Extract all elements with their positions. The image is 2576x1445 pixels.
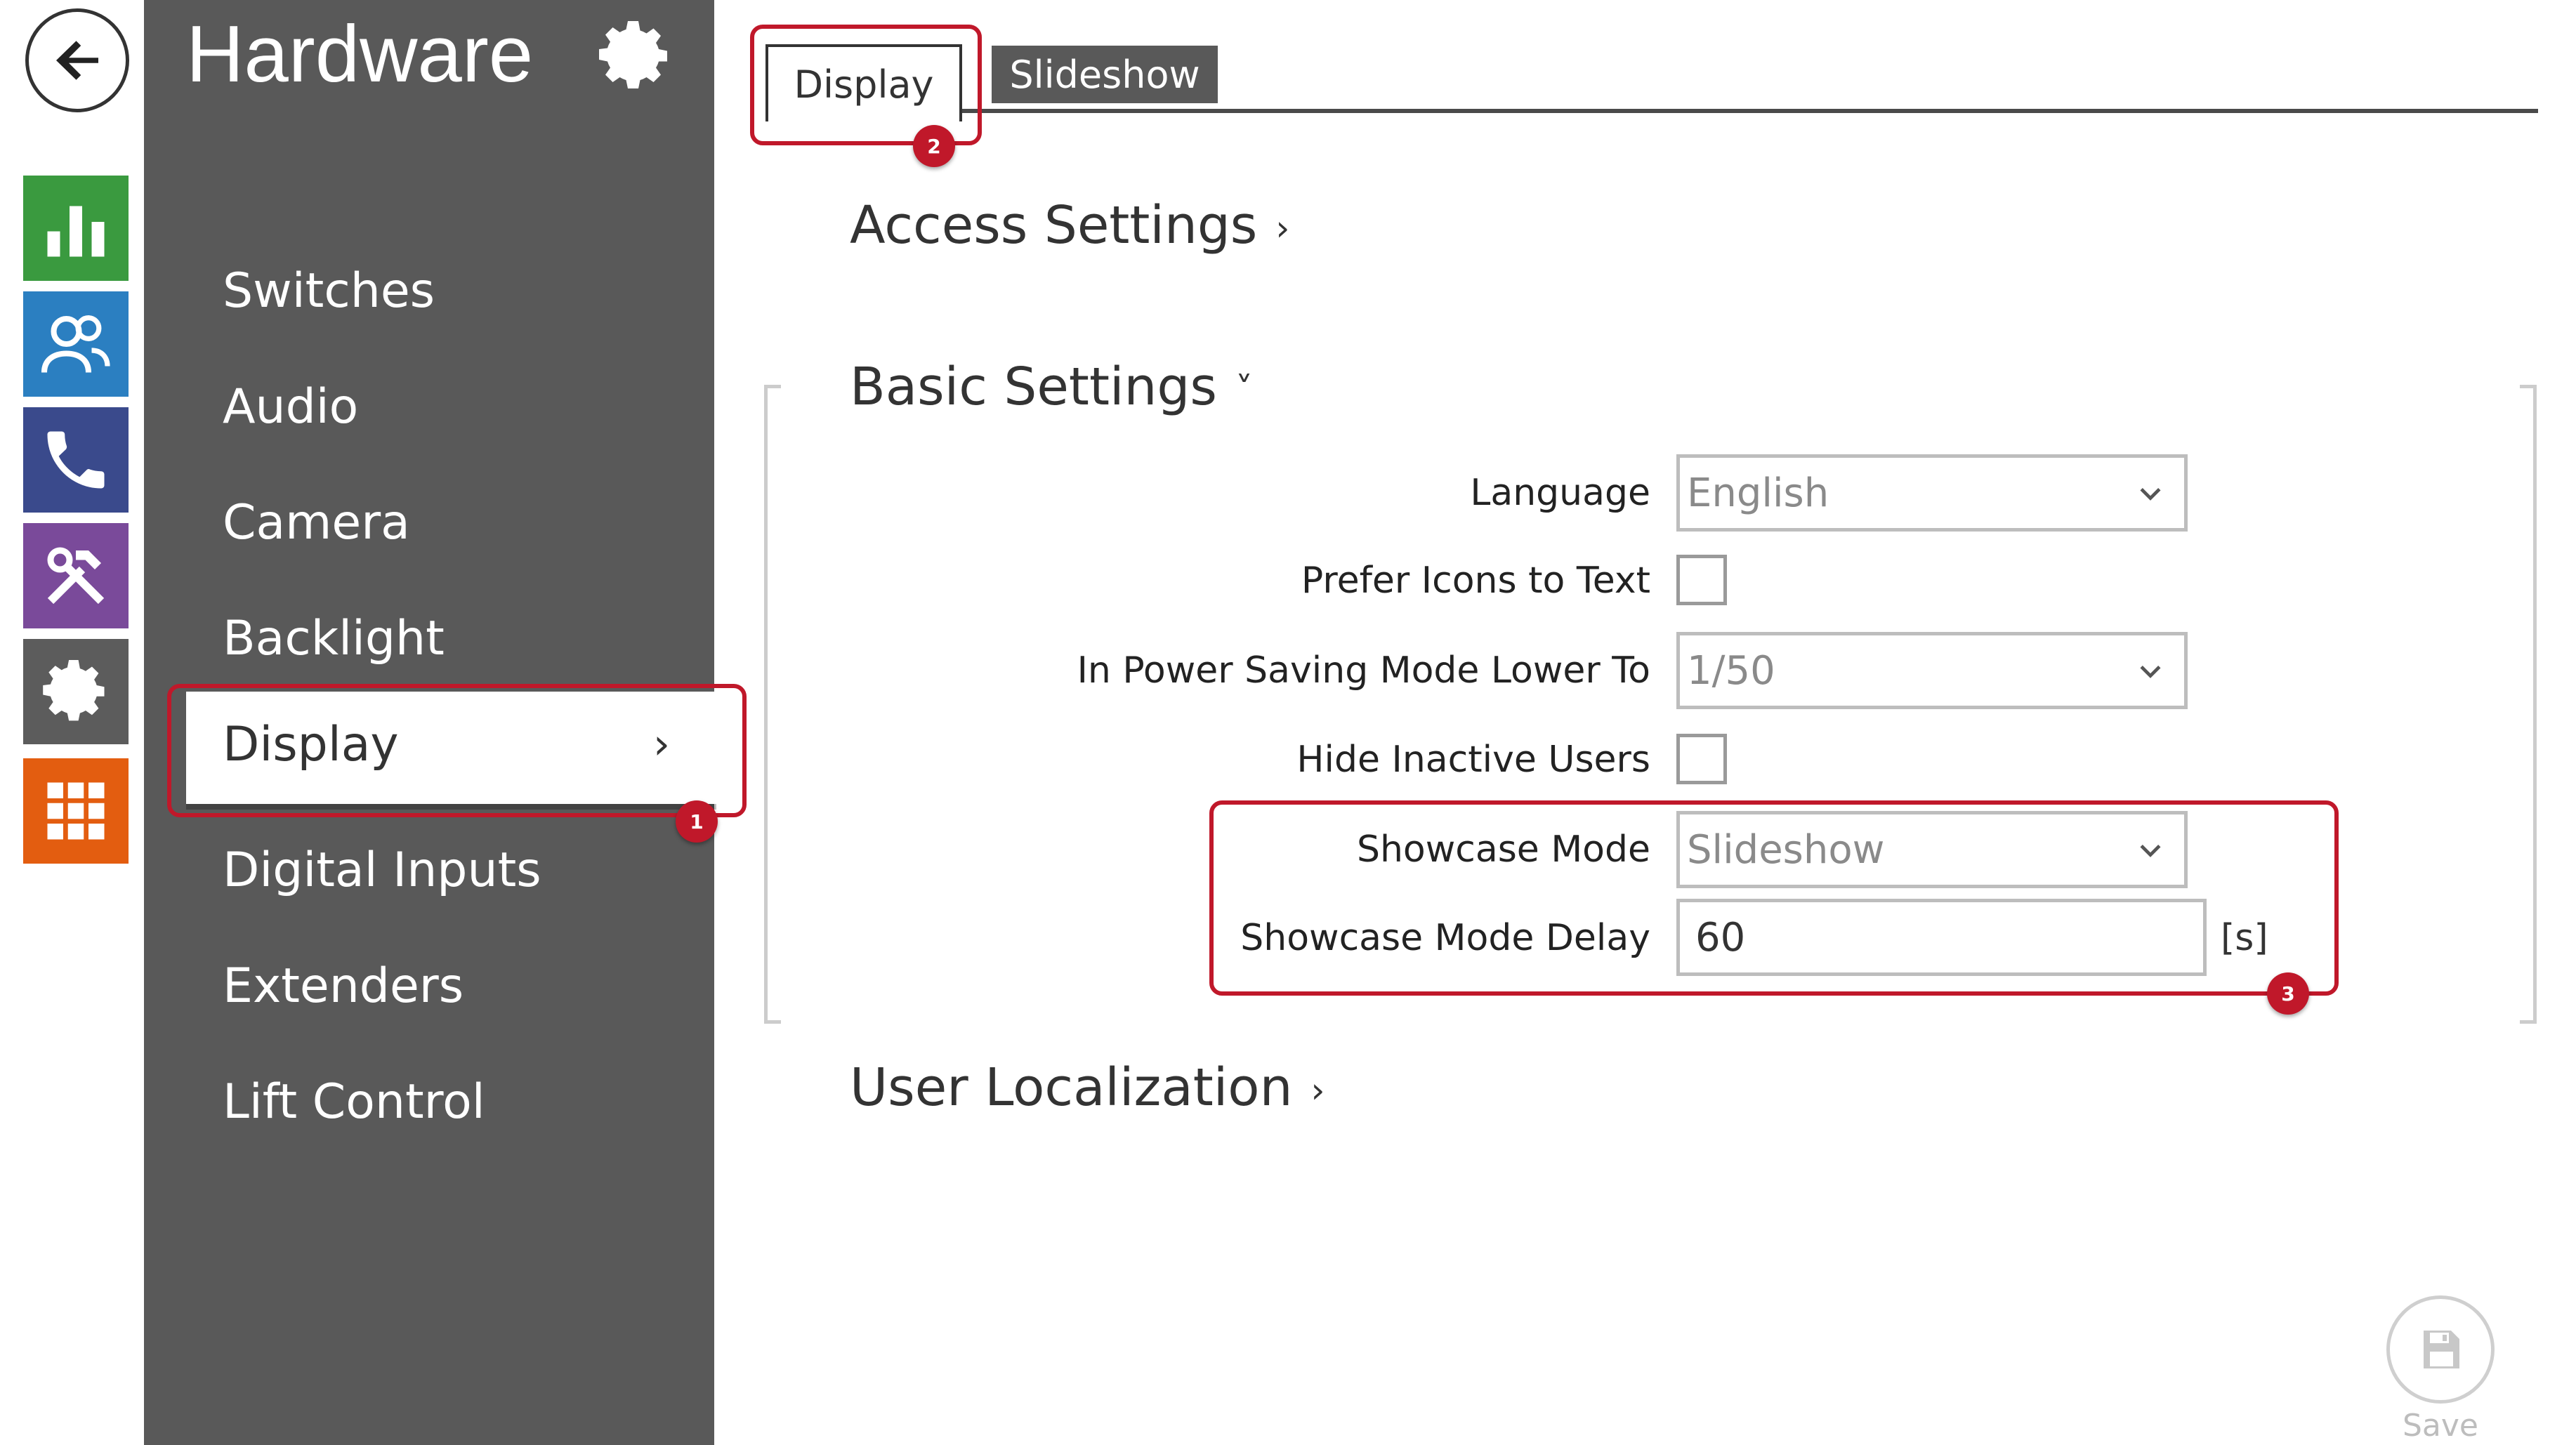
app-icon-rail bbox=[0, 0, 144, 1445]
power-saving-select[interactable]: 1/50 bbox=[1676, 632, 2188, 709]
chevron-right-icon: › bbox=[1310, 1070, 1325, 1111]
services-tile[interactable] bbox=[23, 758, 129, 864]
chevron-right-icon: › bbox=[1275, 208, 1290, 249]
section-title-text: User Localization bbox=[850, 1057, 1293, 1118]
callout-box-1 bbox=[167, 684, 747, 817]
tools-icon bbox=[47, 547, 105, 605]
status-chart-icon bbox=[47, 206, 105, 257]
prefer-icons-checkbox[interactable] bbox=[1676, 555, 1727, 605]
language-label: Language bbox=[1470, 472, 1650, 514]
sidebar-item-audio[interactable]: Audio bbox=[223, 379, 358, 435]
sidebar-item-extenders[interactable]: Extenders bbox=[223, 958, 464, 1014]
power-saving-label: In Power Saving Mode Lower To bbox=[1077, 649, 1650, 692]
chevron-down-icon bbox=[2140, 665, 2161, 678]
users-icon bbox=[41, 315, 110, 373]
hide-inactive-label: Hide Inactive Users bbox=[1296, 739, 1650, 781]
hide-inactive-checkbox[interactable] bbox=[1676, 734, 1727, 784]
section-user-localization[interactable]: User Localization › bbox=[850, 1057, 1325, 1118]
tab-slideshow[interactable]: Slideshow bbox=[992, 46, 1218, 103]
system-tile[interactable] bbox=[23, 639, 129, 744]
sidebar-item-digital-inputs[interactable]: Digital Inputs bbox=[223, 843, 541, 898]
sidebar-item-camera[interactable]: Camera bbox=[223, 495, 410, 550]
back-button[interactable] bbox=[25, 8, 129, 112]
callout-badge-3: 3 bbox=[2267, 972, 2309, 1015]
status-tile[interactable] bbox=[23, 176, 129, 281]
callout-box-3 bbox=[1209, 800, 2339, 996]
floppy-disk-icon bbox=[2424, 1331, 2459, 1368]
language-select[interactable]: English bbox=[1676, 454, 2188, 532]
section-access-settings[interactable]: Access Settings › bbox=[850, 195, 1289, 256]
tab-underline bbox=[962, 109, 2538, 113]
power-saving-value: 1/50 bbox=[1687, 647, 1775, 694]
save-button[interactable] bbox=[2386, 1295, 2495, 1404]
phone-icon bbox=[47, 431, 105, 489]
section-title-text: Access Settings bbox=[850, 195, 1258, 256]
calls-tile[interactable] bbox=[23, 407, 129, 513]
callout-box-2 bbox=[750, 25, 982, 145]
section-title-text: Basic Settings bbox=[850, 357, 1217, 417]
directory-tile[interactable] bbox=[23, 291, 129, 397]
sidebar-item-backlight[interactable]: Backlight bbox=[223, 611, 445, 666]
chevron-down-icon bbox=[2140, 487, 2161, 501]
back-arrow-icon bbox=[56, 41, 98, 80]
gear-icon bbox=[599, 21, 667, 88]
section-basic-settings[interactable]: Basic Settings ˅ bbox=[850, 357, 1253, 417]
sidebar-item-switches[interactable]: Switches bbox=[223, 263, 435, 319]
section-bracket-right bbox=[2520, 385, 2537, 1024]
settings-gear-icon bbox=[43, 660, 105, 721]
section-bracket-left bbox=[764, 385, 781, 1024]
save-label: Save bbox=[2402, 1408, 2478, 1444]
language-value: English bbox=[1687, 470, 1829, 516]
prefer-icons-label: Prefer Icons to Text bbox=[1301, 560, 1650, 602]
callout-badge-1: 1 bbox=[676, 800, 718, 843]
chevron-down-icon: ˅ bbox=[1235, 369, 1253, 411]
sidebar-item-lift-control[interactable]: Lift Control bbox=[223, 1074, 485, 1130]
callout-badge-2: 2 bbox=[913, 125, 955, 167]
hardware-tile[interactable] bbox=[23, 523, 129, 628]
apps-grid-icon bbox=[47, 782, 105, 840]
sidebar-title: Hardware bbox=[186, 10, 534, 99]
